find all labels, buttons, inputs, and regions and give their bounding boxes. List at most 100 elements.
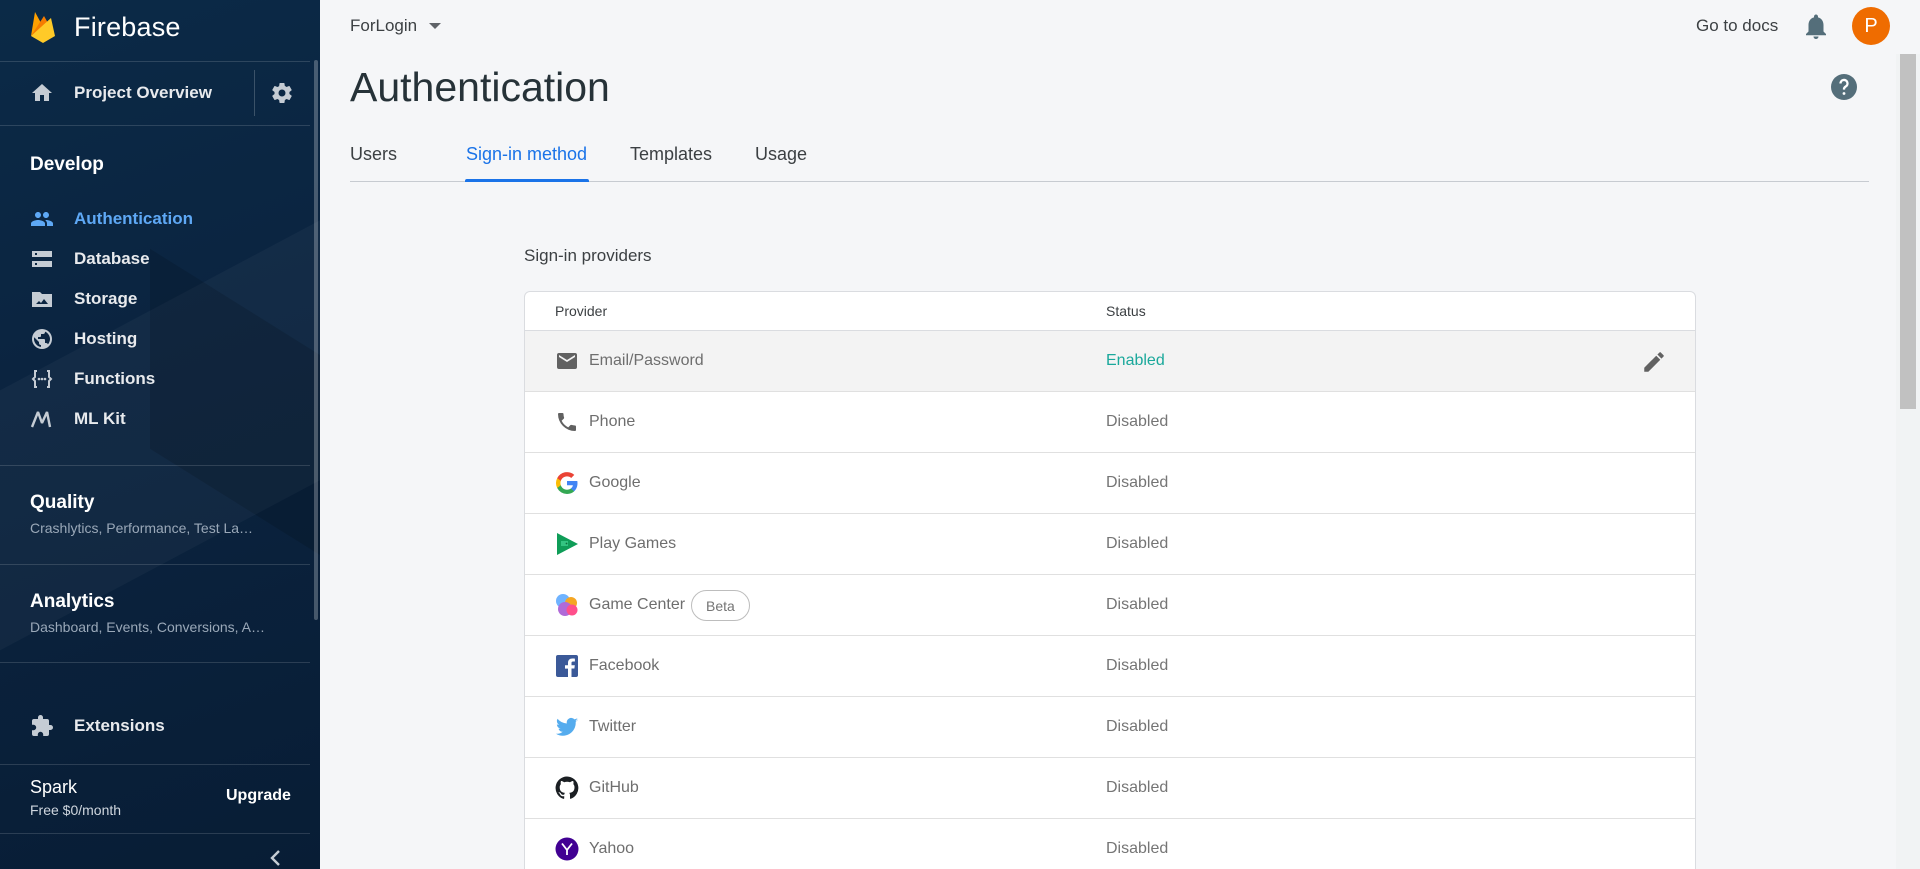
firebase-brand[interactable]: Firebase — [30, 8, 181, 46]
caret-down-icon — [429, 23, 442, 29]
column-header-status: Status — [1106, 303, 1146, 319]
project-overview-label: Project Overview — [74, 83, 212, 102]
sidebar-item-functions[interactable]: Functions — [0, 359, 310, 399]
divider — [0, 764, 310, 765]
table-row[interactable]: GitHub Disabled — [525, 758, 1695, 819]
plan-name: Spark — [30, 777, 78, 797]
status-badge: Disabled — [1106, 657, 1169, 674]
table-row[interactable]: Twitter Disabled — [525, 697, 1695, 758]
sidebar-item-label: Hosting — [74, 329, 138, 348]
project-selector[interactable]: ForLogin — [350, 16, 442, 36]
table-header: Provider Status — [525, 292, 1695, 331]
functions-icon — [30, 367, 54, 391]
tab-sign-in-method[interactable]: Sign-in method — [466, 144, 587, 175]
table-row[interactable]: Google Disabled — [525, 453, 1695, 514]
provider-name: Phone — [589, 413, 636, 430]
status-badge: Disabled — [1106, 413, 1169, 430]
sidebar-item-ml-kit[interactable]: ML Kit — [0, 399, 310, 439]
github-icon — [555, 776, 579, 799]
bell-icon[interactable] — [1804, 14, 1828, 40]
sidebar: Firebase Project Overview Develop Authen… — [0, 0, 320, 869]
main-content: ForLogin Go to docs P Authentication Use… — [320, 0, 1920, 869]
phone-icon — [558, 413, 576, 431]
divider — [0, 465, 310, 466]
providers-heading: Sign-in providers — [524, 246, 652, 265]
column-header-provider: Provider — [555, 303, 608, 319]
provider-name: Play Games — [589, 535, 677, 552]
providers-table: Provider Status Email/Password Enabled P… — [524, 291, 1696, 869]
home-icon — [32, 84, 52, 101]
game-center-icon — [556, 594, 578, 616]
sidebar-item-label: Database — [74, 249, 150, 268]
develop-section-title[interactable]: Develop — [30, 154, 104, 176]
status-badge: Disabled — [1106, 718, 1169, 735]
people-icon — [30, 207, 54, 231]
facebook-icon — [556, 655, 578, 677]
divider — [0, 564, 310, 565]
table-row[interactable]: Play Games Disabled — [525, 514, 1695, 575]
active-tab-indicator — [465, 179, 589, 182]
beta-badge: Beta — [691, 590, 750, 621]
sidebar-item-storage[interactable]: Storage — [0, 279, 310, 319]
tab-usage[interactable]: Usage — [755, 144, 807, 175]
sidebar-item-label: Storage — [74, 289, 138, 308]
sidebar-item-label: Extensions — [74, 716, 165, 735]
sidebar-item-database[interactable]: Database — [0, 239, 310, 279]
analytics-subtitle: Dashboard, Events, Conversions, A… — [30, 619, 266, 635]
firebase-logo-icon — [31, 12, 55, 43]
sidebar-item-authentication[interactable]: Authentication — [0, 199, 310, 239]
page-title: Authentication — [350, 64, 610, 110]
sidebar-item-hosting[interactable]: Hosting — [0, 319, 310, 359]
status-badge: Disabled — [1106, 596, 1169, 613]
project-overview-link[interactable]: Project Overview — [0, 62, 310, 124]
provider-name: Email/Password — [589, 352, 704, 369]
sidebar-item-extensions[interactable]: Extensions — [0, 706, 310, 746]
upgrade-button[interactable]: Upgrade — [226, 787, 291, 805]
status-badge: Disabled — [1106, 840, 1169, 857]
extensions-icon — [30, 714, 54, 738]
divider — [254, 70, 255, 116]
divider — [0, 662, 310, 663]
top-bar: ForLogin Go to docs P — [320, 0, 1920, 54]
table-row[interactable]: Email/Password Enabled — [525, 331, 1695, 392]
edit-pencil-icon[interactable] — [1641, 349, 1667, 375]
twitter-icon — [556, 717, 578, 736]
status-badge: Disabled — [1106, 535, 1169, 552]
table-row[interactable]: Facebook Disabled — [525, 636, 1695, 697]
play-games-icon — [557, 533, 578, 555]
tab-users[interactable]: Users — [350, 144, 397, 175]
plan-price: Free $0/month — [30, 802, 122, 818]
yahoo-icon — [555, 837, 579, 861]
table-row[interactable]: Game Center Beta Disabled — [525, 575, 1695, 636]
go-to-docs-link[interactable]: Go to docs — [1696, 16, 1778, 36]
sidebar-scrollbar[interactable] — [314, 60, 318, 620]
sidebar-item-label: ML Kit — [74, 409, 126, 428]
provider-name: GitHub — [589, 779, 639, 796]
help-icon[interactable] — [1830, 73, 1858, 101]
divider — [0, 833, 310, 834]
project-name: ForLogin — [350, 16, 418, 35]
provider-name: Game Center — [589, 596, 686, 613]
table-row[interactable]: Yahoo Disabled — [525, 819, 1695, 869]
tab-templates[interactable]: Templates — [630, 144, 712, 175]
storage-icon — [30, 287, 54, 311]
status-badge: Disabled — [1106, 474, 1169, 491]
avatar[interactable]: P — [1852, 7, 1890, 45]
sidebar-item-label: Functions — [74, 369, 156, 388]
ml-kit-icon — [30, 407, 54, 431]
provider-name: Facebook — [589, 657, 660, 674]
sidebar-item-label: Authentication — [74, 209, 193, 228]
status-badge: Disabled — [1106, 779, 1169, 796]
provider-name: Yahoo — [589, 840, 635, 857]
divider — [0, 125, 310, 126]
table-row[interactable]: Phone Disabled — [525, 392, 1695, 453]
provider-name: Twitter — [589, 718, 637, 735]
page-scrollbar-thumb[interactable] — [1900, 54, 1916, 409]
quality-section-title[interactable]: Quality — [30, 492, 94, 514]
analytics-section-title[interactable]: Analytics — [30, 591, 114, 613]
provider-name: Google — [589, 474, 641, 491]
gear-icon[interactable] — [270, 81, 294, 105]
database-icon — [30, 247, 54, 271]
chevron-left-icon[interactable] — [268, 848, 284, 868]
quality-subtitle: Crashlytics, Performance, Test La… — [30, 520, 254, 536]
